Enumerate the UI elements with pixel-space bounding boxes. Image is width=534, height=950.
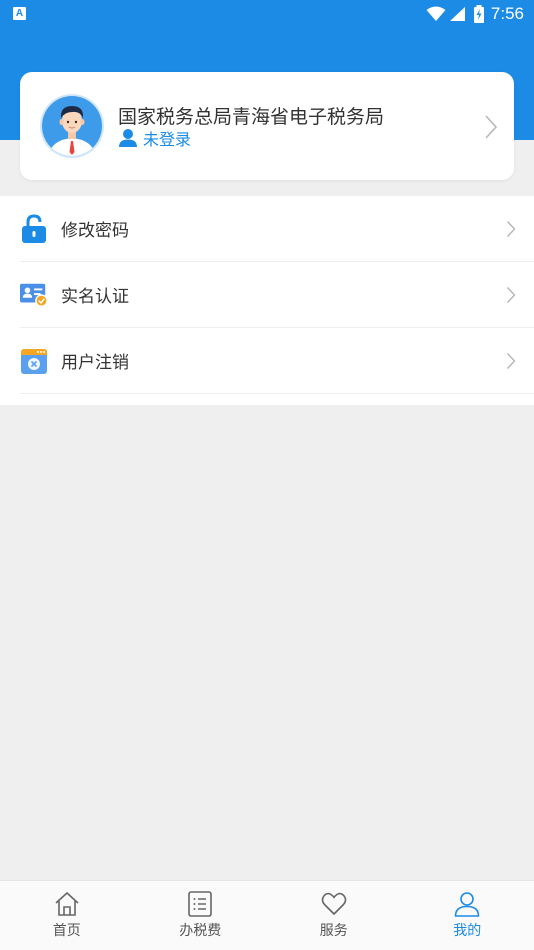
signal-icon: [449, 7, 465, 21]
list-icon: [188, 891, 213, 917]
tab-label: 我的: [453, 923, 482, 939]
chevron-right-icon: [506, 286, 516, 304]
status-bar: A 7:56: [0, 0, 534, 28]
status-indicators: 7:56: [426, 4, 524, 24]
profile-card[interactable]: 国家税务总局青海省电子税务局 未登录: [20, 72, 514, 180]
menu-item-label: 用户注销: [61, 353, 129, 373]
menu-item-real-name-auth[interactable]: 实名认证: [20, 262, 534, 328]
battery-icon: [473, 5, 484, 23]
heart-icon: [321, 892, 347, 915]
menu-item-change-password[interactable]: 修改密码: [20, 196, 534, 262]
profile-title: 国家税务总局青海省电子税务局: [118, 106, 385, 128]
tab-service[interactable]: 服务: [267, 881, 401, 950]
id-card-icon: [20, 281, 48, 309]
app-notification-icon: A: [13, 7, 26, 20]
tab-label: 办税费: [179, 923, 222, 939]
menu-item-cancel-account[interactable]: 用户注销: [20, 328, 534, 394]
chevron-right-icon: [485, 115, 498, 139]
menu-item-label: 修改密码: [61, 221, 129, 241]
settings-menu: 修改密码 实名认证 用户注销: [0, 196, 534, 405]
chevron-right-icon: [506, 352, 516, 370]
bottom-tab-bar: 首页 办税费 服务 我的: [0, 880, 534, 950]
login-status-label: 未登录: [143, 130, 192, 149]
tab-home[interactable]: 首页: [0, 881, 134, 950]
user-icon: [119, 129, 137, 147]
status-time: 7:56: [490, 4, 524, 23]
home-icon: [55, 892, 79, 916]
menu-item-label: 实名认证: [61, 287, 129, 307]
wifi-icon: [426, 6, 446, 21]
tab-label: 服务: [319, 923, 348, 939]
login-status[interactable]: 未登录: [118, 126, 191, 150]
tab-mine[interactable]: 我的: [401, 881, 534, 950]
tab-label: 首页: [52, 923, 81, 939]
chevron-right-icon: [506, 220, 516, 238]
user-icon: [454, 892, 480, 917]
cancel-account-icon: [20, 347, 48, 375]
lock-icon: [20, 213, 48, 243]
avatar: [40, 94, 104, 158]
tab-tax[interactable]: 办税费: [134, 881, 268, 950]
